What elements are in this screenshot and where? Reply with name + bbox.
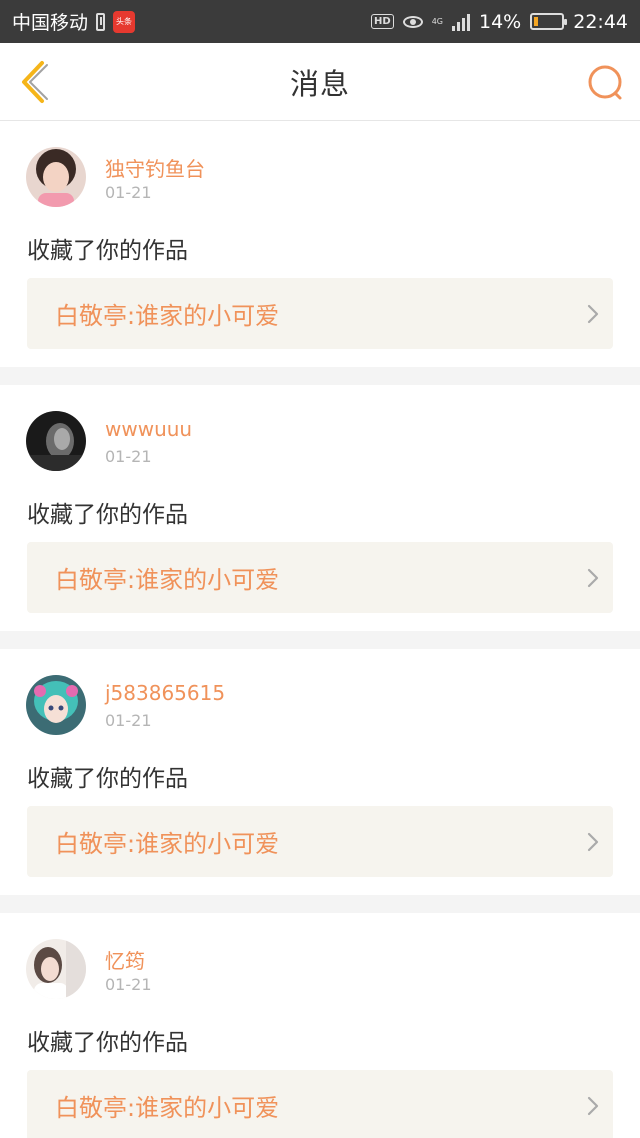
action-text: 收藏了你的作品 — [27, 766, 188, 792]
message-card: wwwuuu 01-21 收藏了你的作品 白敬亭:谁家的小可爱 — [0, 385, 640, 631]
work-link[interactable]: 白敬亭:谁家的小可爱 — [27, 278, 613, 349]
username[interactable]: j583865615 — [105, 681, 225, 705]
avatar[interactable] — [26, 939, 86, 999]
hd-icon: HD — [371, 14, 394, 29]
back-button[interactable] — [16, 59, 56, 105]
nav-bar: 消息 — [0, 43, 640, 121]
carrier-label: 中国移动 — [12, 12, 89, 34]
search-button[interactable] — [586, 63, 626, 103]
battery-fill — [534, 17, 538, 26]
message-date: 01-21 — [105, 183, 152, 202]
work-title: 白敬亭:谁家的小可爱 — [55, 302, 280, 330]
message-date: 01-21 — [105, 975, 152, 994]
avatar[interactable] — [26, 147, 86, 207]
work-link[interactable]: 白敬亭:谁家的小可爱 — [27, 1070, 613, 1138]
clock: 22:44 — [573, 10, 628, 33]
battery-percent: 14% — [479, 10, 522, 33]
chevron-right-icon — [573, 568, 613, 588]
work-title: 白敬亭:谁家的小可爱 — [55, 830, 280, 858]
avatar-image — [26, 939, 86, 999]
message-card: 忆筠 01-21 收藏了你的作品 白敬亭:谁家的小可爱 — [0, 913, 640, 1138]
action-text: 收藏了你的作品 — [27, 238, 188, 264]
action-text: 收藏了你的作品 — [27, 1030, 188, 1056]
chevron-left-icon — [22, 61, 48, 103]
chevron-right-icon — [573, 832, 613, 852]
page-title: 消息 — [289, 66, 350, 101]
username[interactable]: wwwuuu — [105, 417, 192, 441]
message-card: j583865615 01-21 收藏了你的作品 白敬亭:谁家的小可爱 — [0, 649, 640, 895]
work-title: 白敬亭:谁家的小可爱 — [55, 566, 280, 594]
avatar-image — [26, 675, 86, 735]
chevron-right-icon — [573, 1096, 613, 1116]
avatar[interactable] — [26, 411, 86, 471]
signal-icon — [452, 13, 470, 31]
action-text: 收藏了你的作品 — [27, 502, 188, 528]
status-bar: 中国移动 头条 HD 4G 14% 22:44 — [0, 0, 640, 43]
message-date: 01-21 — [105, 447, 152, 466]
eye-care-icon — [402, 15, 423, 28]
message-date: 01-21 — [105, 711, 152, 730]
avatar[interactable] — [26, 675, 86, 735]
toutiao-app-icon: 头条 — [113, 10, 136, 33]
username[interactable]: 忆筠 — [105, 945, 145, 974]
battery-icon — [530, 13, 568, 30]
alert-icon — [96, 12, 106, 31]
message-card: 独守钓鱼台 01-21 收藏了你的作品 白敬亭:谁家的小可爱 — [0, 121, 640, 367]
username[interactable]: 独守钓鱼台 — [105, 153, 205, 182]
work-link[interactable]: 白敬亭:谁家的小可爱 — [27, 806, 613, 877]
chevron-right-icon — [573, 304, 613, 324]
work-link[interactable]: 白敬亭:谁家的小可爱 — [27, 542, 613, 613]
network-type-label: 4G — [431, 17, 443, 26]
message-list: 独守钓鱼台 01-21 收藏了你的作品 白敬亭:谁家的小可爱 wwwuuu 01… — [0, 121, 640, 1138]
avatar-image — [26, 147, 86, 207]
avatar-image — [26, 411, 86, 471]
work-title: 白敬亭:谁家的小可爱 — [55, 1094, 280, 1122]
search-icon — [588, 65, 622, 100]
